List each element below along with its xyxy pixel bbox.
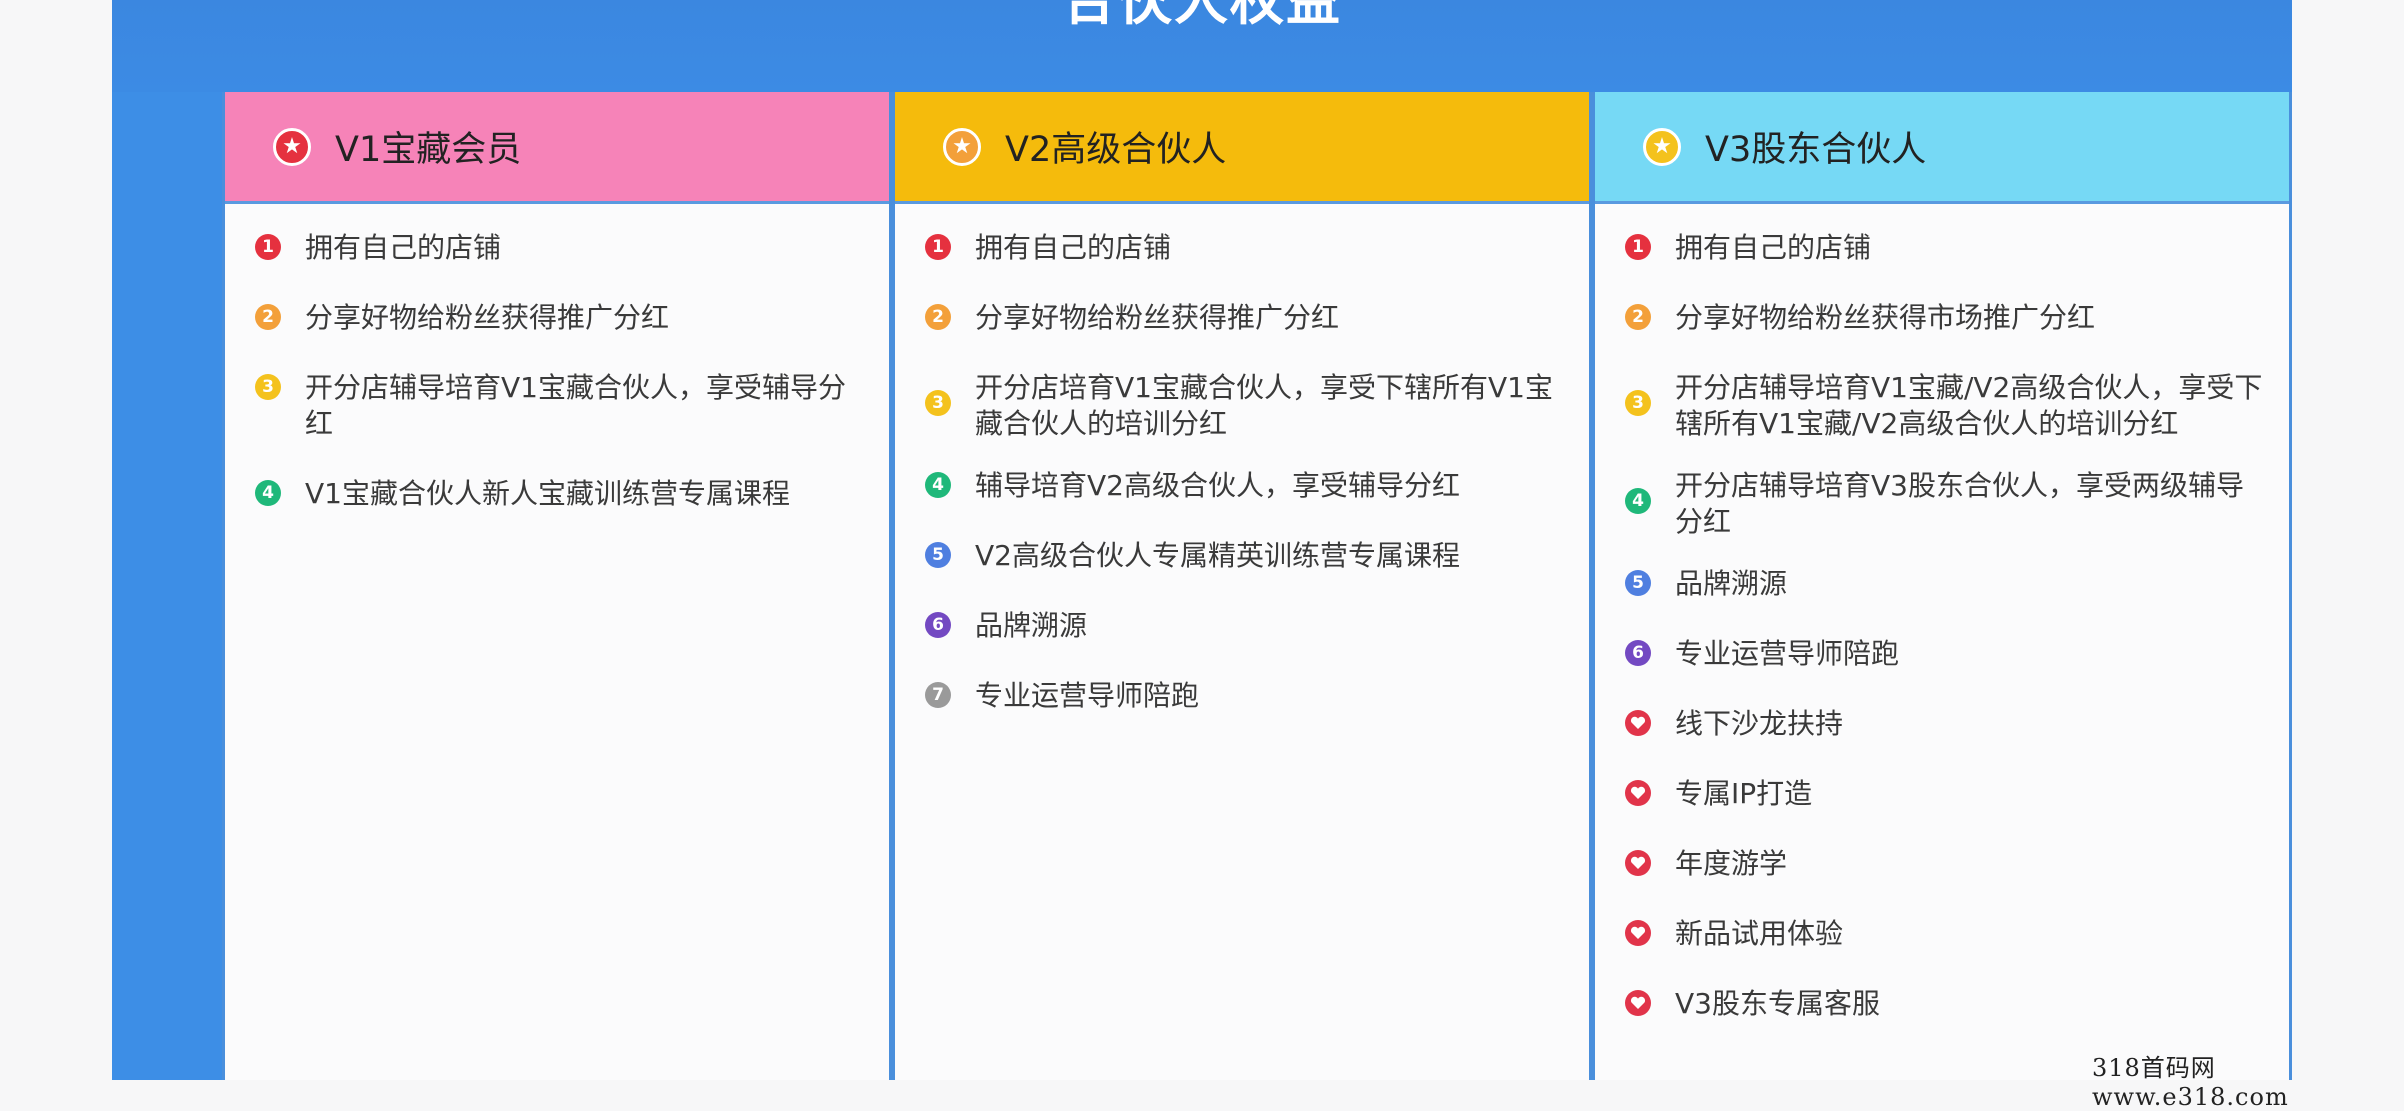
tier-header-v3: ★ V3股东合伙人	[1595, 92, 2289, 204]
benefit-list: 1 拥有自己的店铺 2 分享好物给粉丝获得市场推广分红 3 开分店辅导培育V1宝…	[1595, 204, 2289, 1022]
list-item: 6 品牌溯源	[925, 608, 1565, 644]
benefit-text: 线下沙龙扶持	[1675, 707, 1844, 740]
page-title: 合伙人权益	[1062, 0, 1342, 32]
number-badge: 4	[255, 480, 281, 506]
tier-label: V2高级合伙人	[1005, 130, 1227, 170]
number-badge: 3	[925, 390, 951, 416]
benefit-text: 拥有自己的店铺	[305, 231, 502, 264]
list-item: 4 V1宝藏合伙人新人宝藏训练营专属课程	[255, 476, 865, 512]
list-item: 5 品牌溯源	[1625, 566, 2265, 602]
heart-icon	[1625, 920, 1651, 946]
tier-label: V3股东合伙人	[1705, 130, 1927, 170]
benefit-text: 专属IP打造	[1675, 777, 1813, 810]
benefit-text: 专业运营导师陪跑	[975, 679, 1200, 712]
benefit-text: 开分店辅导培育V1宝藏/V2高级合伙人，享受下辖所有V1宝藏/V2高级合伙人的培…	[1675, 371, 2263, 440]
benefit-text: 拥有自己的店铺	[1675, 231, 1872, 264]
number-badge: 2	[925, 304, 951, 330]
tier-column-v3: ★ V3股东合伙人 1 拥有自己的店铺 2 分享好物给粉丝获得市场推广分红 3 …	[1592, 92, 2292, 1080]
list-item: 线下沙龙扶持	[1625, 706, 2265, 742]
number-badge: 4	[925, 472, 951, 498]
number-badge: 1	[1625, 234, 1651, 260]
tier-column-v1: ★ V1宝藏会员 1 拥有自己的店铺 2 分享好物给粉丝获得推广分红 3 开分店…	[222, 92, 892, 1080]
benefit-text: 开分店辅导培育V3股东合伙人，享受两级辅导分红	[1675, 469, 2244, 538]
list-item: 1 拥有自己的店铺	[255, 230, 865, 266]
benefits-panel: 合伙人权益 ★ V1宝藏会员 1 拥有自己的店铺 2 分享好物给粉丝获得推广分红…	[112, 0, 2292, 1080]
benefit-text: 开分店培育V1宝藏合伙人，享受下辖所有V1宝藏合伙人的培训分红	[975, 371, 1553, 440]
benefit-text: 拥有自己的店铺	[975, 231, 1172, 264]
list-item: 5 V2高级合伙人专属精英训练营专属课程	[925, 538, 1565, 574]
benefit-text: 新品试用体验	[1675, 917, 1844, 950]
tier-header-v1: ★ V1宝藏会员	[225, 92, 889, 204]
number-badge: 5	[1625, 570, 1651, 596]
number-badge: 6	[925, 612, 951, 638]
benefit-text: V2高级合伙人专属精英训练营专属课程	[975, 539, 1460, 572]
benefit-text: V1宝藏合伙人新人宝藏训练营专属课程	[305, 477, 790, 510]
star-icon: ★	[943, 127, 981, 166]
number-badge: 1	[255, 234, 281, 260]
list-item: 4 开分店辅导培育V3股东合伙人，享受两级辅导分红	[1625, 468, 2265, 540]
list-item: 3 开分店辅导培育V1宝藏合伙人，享受辅导分红	[255, 370, 865, 442]
number-badge: 3	[255, 374, 281, 400]
benefit-list: 1 拥有自己的店铺 2 分享好物给粉丝获得推广分红 3 开分店培育V1宝藏合伙人…	[895, 204, 1589, 714]
star-icon: ★	[273, 127, 311, 166]
benefit-text: 分享好物给粉丝获得市场推广分红	[1675, 301, 2096, 334]
list-item: 1 拥有自己的店铺	[925, 230, 1565, 266]
number-badge: 2	[255, 304, 281, 330]
benefit-text: 品牌溯源	[975, 609, 1088, 642]
list-item: 1 拥有自己的店铺	[1625, 230, 2265, 266]
list-item: V3股东专属客服	[1625, 986, 2265, 1022]
list-item: 年度游学	[1625, 846, 2265, 882]
heart-icon	[1625, 850, 1651, 876]
benefit-text: 分享好物给粉丝获得推广分红	[975, 301, 1340, 334]
star-icon: ★	[1643, 127, 1681, 166]
title-bar: 合伙人权益	[112, 0, 2292, 92]
tier-column-v2: ★ V2高级合伙人 1 拥有自己的店铺 2 分享好物给粉丝获得推广分红 3 开分…	[892, 92, 1592, 1080]
number-badge: 7	[925, 682, 951, 708]
number-badge: 3	[1625, 390, 1651, 416]
benefit-text: 品牌溯源	[1675, 567, 1788, 600]
list-item: 3 开分店辅导培育V1宝藏/V2高级合伙人，享受下辖所有V1宝藏/V2高级合伙人…	[1625, 370, 2265, 442]
list-item: 3 开分店培育V1宝藏合伙人，享受下辖所有V1宝藏合伙人的培训分红	[925, 370, 1565, 442]
list-item: 7 专业运营导师陪跑	[925, 678, 1565, 714]
heart-icon	[1625, 780, 1651, 806]
benefit-text: 分享好物给粉丝获得推广分红	[305, 301, 670, 334]
benefit-text: 年度游学	[1675, 847, 1788, 880]
number-badge: 4	[1625, 488, 1651, 514]
tier-header-v2: ★ V2高级合伙人	[895, 92, 1589, 204]
benefit-text: 专业运营导师陪跑	[1675, 637, 1900, 670]
list-item: 2 分享好物给粉丝获得推广分红	[255, 300, 865, 336]
benefit-list: 1 拥有自己的店铺 2 分享好物给粉丝获得推广分红 3 开分店辅导培育V1宝藏合…	[225, 204, 889, 512]
number-badge: 2	[1625, 304, 1651, 330]
heart-icon	[1625, 990, 1651, 1016]
list-item: 2 分享好物给粉丝获得推广分红	[925, 300, 1565, 336]
list-item: 6 专业运营导师陪跑	[1625, 636, 2265, 672]
tier-label: V1宝藏会员	[335, 130, 522, 170]
list-item: 专属IP打造	[1625, 776, 2265, 812]
benefit-text: V3股东专属客服	[1675, 987, 1880, 1020]
list-item: 新品试用体验	[1625, 916, 2265, 952]
benefit-text: 辅导培育V2高级合伙人，享受辅导分红	[975, 469, 1460, 502]
number-badge: 6	[1625, 640, 1651, 666]
number-badge: 5	[925, 542, 951, 568]
list-item: 2 分享好物给粉丝获得市场推广分红	[1625, 300, 2265, 336]
number-badge: 1	[925, 234, 951, 260]
heart-icon	[1625, 710, 1651, 736]
benefit-text: 开分店辅导培育V1宝藏合伙人，享受辅导分红	[305, 371, 846, 440]
list-item: 4 辅导培育V2高级合伙人，享受辅导分红	[925, 468, 1565, 504]
